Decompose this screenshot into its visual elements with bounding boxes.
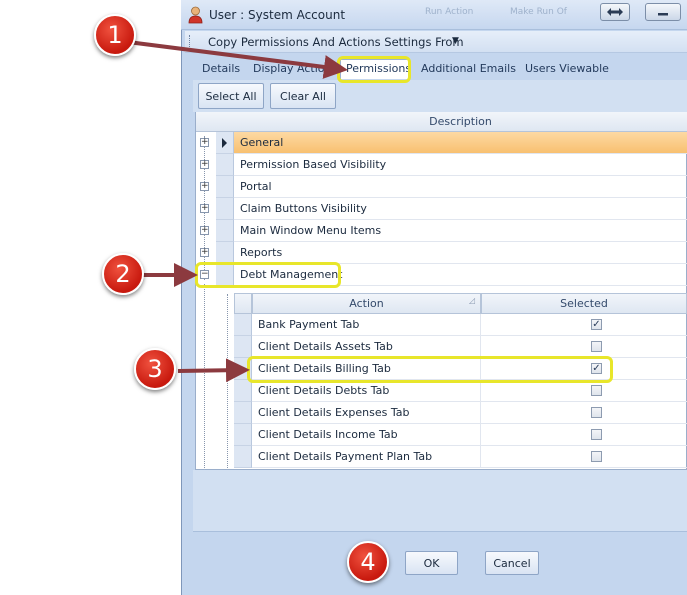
action-row-client-details-assets-tab[interactable]: Client Details Assets Tab: [252, 336, 481, 358]
row-indicator[interactable]: [234, 380, 252, 402]
row-indicator[interactable]: [216, 154, 234, 176]
sub-grid-header-spacer: [234, 293, 252, 314]
billing-tab-row-highlight: [247, 356, 613, 383]
selected-checkbox[interactable]: [591, 429, 602, 440]
copy-permissions-menu[interactable]: Copy Permissions And Actions Settings Fr…: [208, 35, 464, 49]
selected-cell: [481, 380, 687, 402]
dropdown-arrow-icon[interactable]: ▼: [452, 36, 459, 46]
selected-cell: [481, 446, 687, 468]
selected-cell: [481, 314, 687, 336]
selected-checkbox[interactable]: ✓: [591, 319, 602, 330]
grid-bottom-panel: [193, 470, 687, 532]
row-indicator[interactable]: [234, 446, 252, 468]
selected-cell: [481, 336, 687, 358]
tab-details[interactable]: Details: [202, 62, 240, 75]
select-all-button[interactable]: Select All: [198, 83, 264, 109]
group-row-reports[interactable]: Reports: [234, 242, 687, 264]
tree-line: [204, 284, 205, 468]
expand-icon[interactable]: +: [200, 248, 209, 257]
step-badge-1: 1: [94, 14, 136, 56]
resize-button[interactable]: [600, 3, 630, 21]
action-row-client-details-debts-tab[interactable]: Client Details Debts Tab: [252, 380, 481, 402]
selected-checkbox[interactable]: [591, 341, 602, 352]
tab-users-viewable[interactable]: Users Viewable: [525, 62, 609, 75]
current-row-arrow-icon: [222, 138, 227, 148]
expand-icon[interactable]: +: [200, 182, 209, 191]
tab-additional-emails[interactable]: Additional Emails: [421, 62, 516, 75]
step-badge-3: 3: [134, 348, 176, 390]
double-arrow-icon: [607, 8, 623, 16]
expand-icon[interactable]: +: [200, 160, 209, 169]
action-row-client-details-income-tab[interactable]: Client Details Income Tab: [252, 424, 481, 446]
action-header-label: Action: [349, 297, 384, 310]
selected-checkbox[interactable]: [591, 451, 602, 462]
group-row-claim-buttons-visibility[interactable]: Claim Buttons Visibility: [234, 198, 687, 220]
row-indicator[interactable]: [234, 314, 252, 336]
minimize-button[interactable]: [645, 3, 681, 21]
group-row-portal[interactable]: Portal: [234, 176, 687, 198]
toolbar-grip[interactable]: [189, 35, 192, 49]
blurred-toolbar-item: Make Run Of: [510, 7, 567, 17]
row-indicator[interactable]: [216, 242, 234, 264]
tree-line: [227, 294, 228, 468]
blurred-toolbar-item: Run Action: [425, 7, 474, 17]
group-row-permission-based-visibility[interactable]: Permission Based Visibility: [234, 154, 687, 176]
selected-cell: [481, 424, 687, 446]
row-indicator[interactable]: [234, 424, 252, 446]
selected-checkbox[interactable]: [591, 385, 602, 396]
grid-header-spacer: [196, 112, 234, 132]
action-row-client-details-payment-plan-tab[interactable]: Client Details Payment Plan Tab: [252, 446, 481, 468]
expand-icon[interactable]: +: [200, 204, 209, 213]
expand-icon[interactable]: +: [200, 226, 209, 235]
group-row-main-window-menu-items[interactable]: Main Window Menu Items: [234, 220, 687, 242]
window-title: User : System Account: [209, 8, 346, 22]
expand-icon[interactable]: +: [200, 138, 209, 147]
row-indicator[interactable]: [216, 220, 234, 242]
step-badge-4: 4: [347, 541, 389, 583]
cancel-button[interactable]: Cancel: [485, 551, 539, 575]
row-indicator[interactable]: [234, 402, 252, 424]
user-icon: [188, 6, 203, 24]
step-badge-2: 2: [102, 253, 144, 295]
row-indicator[interactable]: [216, 176, 234, 198]
permissions-toolbar: [193, 80, 687, 112]
tab-display-actions[interactable]: Display Actio: [253, 62, 325, 75]
debt-management-highlight: [195, 262, 341, 288]
row-indicator[interactable]: [216, 132, 234, 154]
selected-cell: [481, 402, 687, 424]
permissions-tab-highlight: [337, 56, 411, 83]
action-row-bank-payment-tab[interactable]: Bank Payment Tab: [252, 314, 481, 336]
action-column-header[interactable]: Action: [252, 293, 481, 314]
sort-icon: ◿: [469, 296, 476, 305]
row-indicator[interactable]: [216, 198, 234, 220]
row-indicator[interactable]: [234, 336, 252, 358]
selected-column-header[interactable]: Selected: [481, 293, 687, 314]
group-row-general[interactable]: General: [234, 132, 687, 154]
selected-checkbox[interactable]: [591, 407, 602, 418]
minimize-icon: [658, 13, 668, 16]
description-column-header[interactable]: Description: [234, 112, 687, 132]
action-row-client-details-expenses-tab[interactable]: Client Details Expenses Tab: [252, 402, 481, 424]
ok-button[interactable]: OK: [405, 551, 458, 575]
clear-all-button[interactable]: Clear All: [270, 83, 336, 109]
